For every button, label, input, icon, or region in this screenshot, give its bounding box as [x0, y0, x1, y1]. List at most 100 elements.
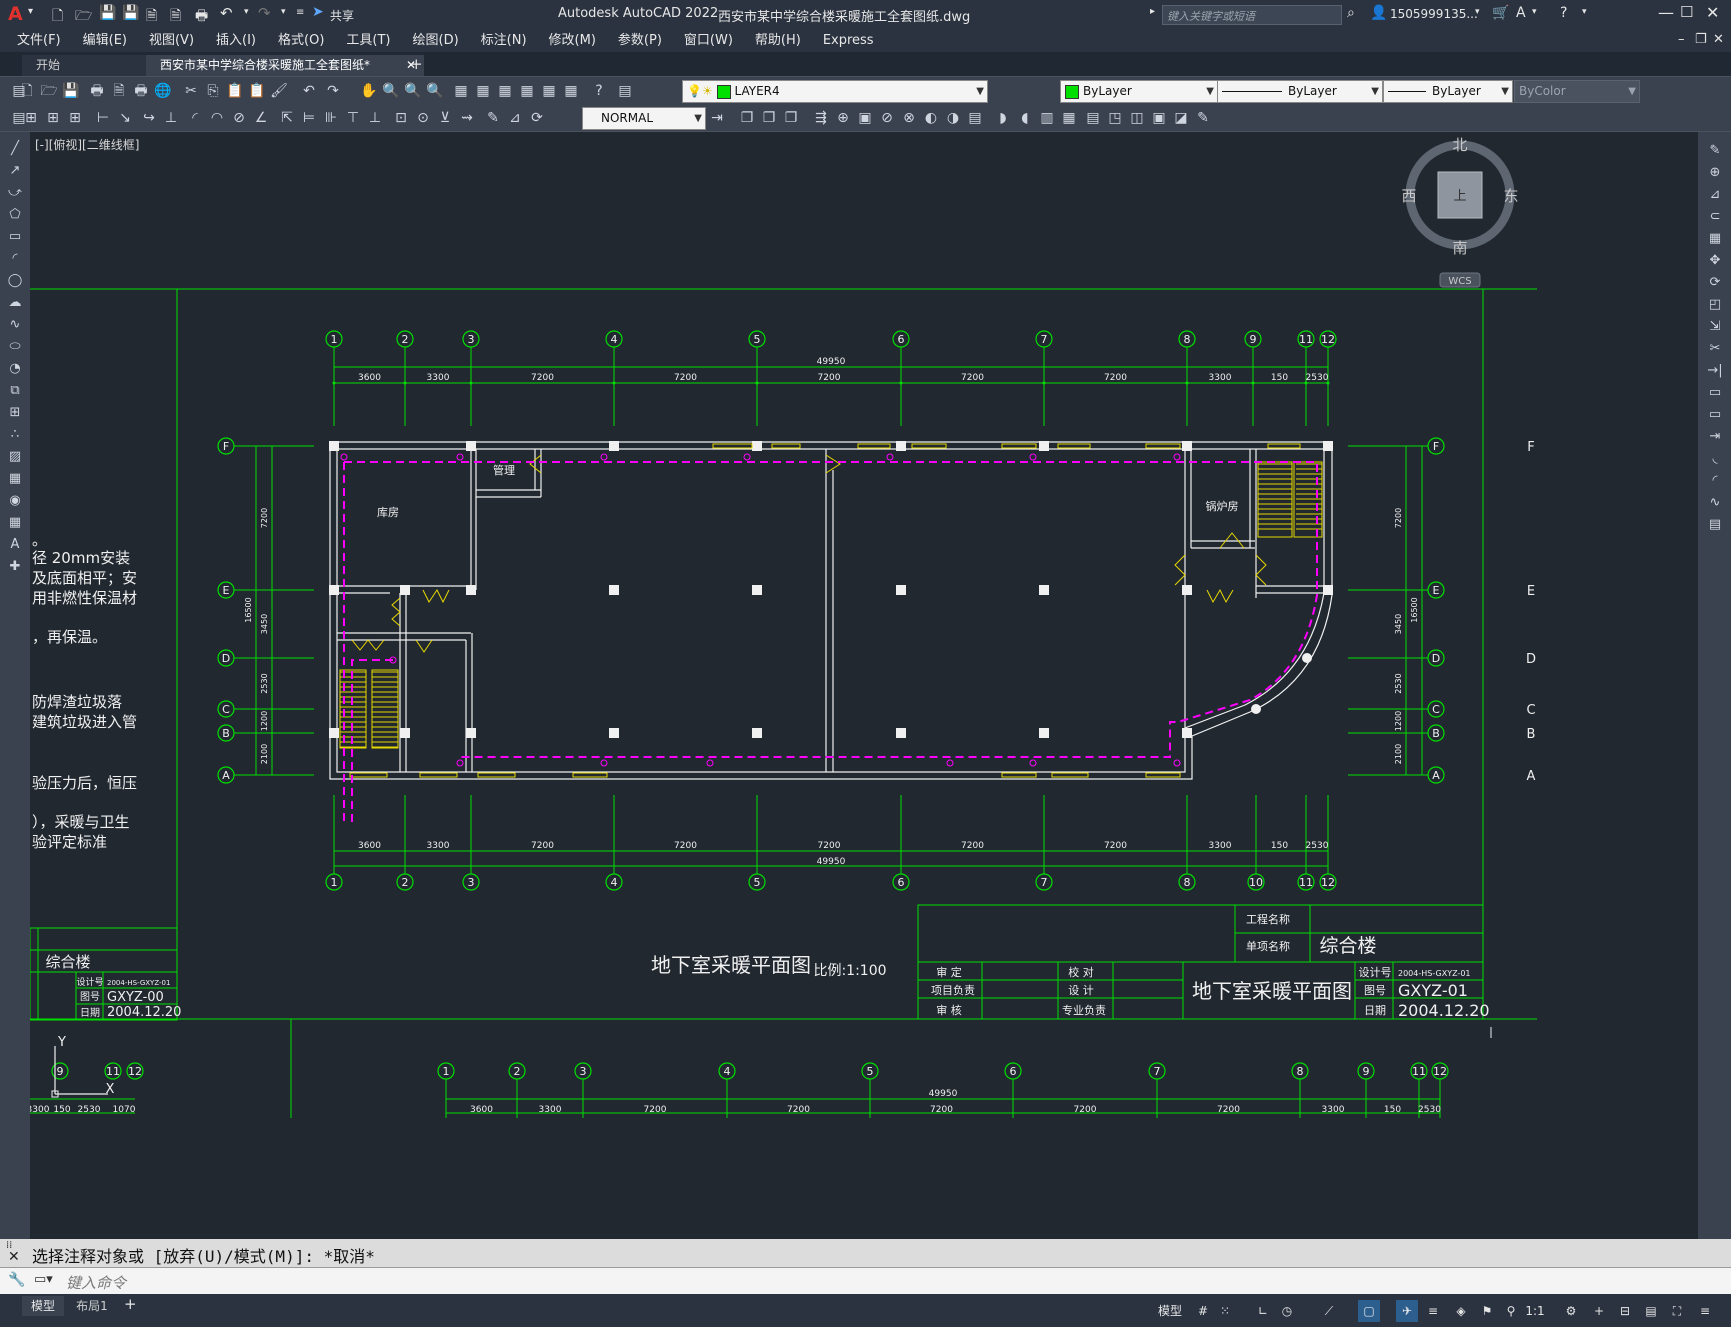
line-icon[interactable]: ╱ [6, 140, 24, 158]
open-icon[interactable]: 🗁 [40, 82, 58, 100]
dim-break-icon[interactable]: ⊥ [366, 109, 384, 127]
close-icon[interactable]: ✕ [1706, 3, 1719, 22]
break-at-point-icon[interactable]: ▭ [1706, 384, 1724, 402]
extend-icon[interactable]: ◑ [944, 109, 962, 127]
array-icon[interactable]: ▦ [1706, 230, 1724, 248]
menu-item-6[interactable]: 绘图(D) [402, 30, 470, 52]
markup-icon[interactable]: ▦ [540, 82, 558, 100]
circle-icon[interactable]: ◯ [6, 272, 24, 290]
rectangle-icon[interactable]: ▭ [6, 228, 24, 246]
arc-length-icon[interactable]: ↪ [140, 109, 158, 127]
menu-item-5[interactable]: 工具(T) [335, 30, 401, 52]
plot-icon[interactable]: 🖶 [88, 82, 106, 100]
plot-icon[interactable]: 🖶 [195, 5, 208, 29]
redo-icon[interactable]: ↷ [324, 82, 342, 100]
menu-item-7[interactable]: 标注(N) [470, 30, 538, 52]
undo-icon[interactable]: ↶ [300, 82, 318, 100]
trim-icon[interactable]: ◐ [922, 109, 940, 127]
publish-icon[interactable]: 🖶 [132, 82, 150, 100]
move-icon[interactable]: ✥ [1706, 252, 1724, 270]
color-dropdown[interactable]: ByLayer ▼ [1060, 80, 1218, 103]
erase-icon[interactable]: ◫ [1128, 109, 1146, 127]
gradient-icon[interactable]: ▦ [6, 470, 24, 488]
annotation-monitor-icon[interactable]: ✈ [1396, 1300, 1418, 1322]
maximize-icon[interactable]: ☐ [1680, 3, 1693, 21]
fillet-icon[interactable]: ◜ [1706, 472, 1724, 490]
table-icon[interactable]: ▦ [6, 514, 24, 532]
drawing-canvas[interactable]: [-][俯视][二维线框] 上北南东西 WCS 1 2 3 4 5 6 7 8 9 11 12 49950… [30, 132, 1698, 1239]
paste-icon[interactable]: 📋 [226, 82, 244, 100]
command-input[interactable]: 键入命令 [66, 1272, 126, 1293]
scale-icon[interactable]: ◰ [1706, 296, 1724, 314]
ellipse-icon[interactable]: ⬭ [6, 338, 24, 356]
explode-icon[interactable]: ▥ [1038, 109, 1056, 127]
annotation-visibility-icon[interactable]: ⚑ [1476, 1300, 1498, 1322]
layer-isolate-icon[interactable]: ❐ [782, 109, 800, 127]
blend-icon[interactable]: ∿ [1706, 494, 1724, 512]
doc-restore-icon[interactable]: ❐ [1695, 32, 1707, 47]
command-close-icon[interactable]: ✕ [8, 1249, 20, 1265]
make-block-icon[interactable]: ⊞ [6, 404, 24, 422]
cut-icon[interactable]: ✂ [182, 82, 200, 100]
transparency-icon[interactable]: ◈ [1450, 1300, 1472, 1322]
dim-text-edit-icon[interactable]: ⊿ [506, 109, 524, 127]
save-icon[interactable]: 💾 [99, 5, 116, 21]
mirror-icon[interactable]: ▤ [1084, 109, 1102, 127]
spline-icon[interactable]: ∿ [6, 316, 24, 334]
tab-drawing[interactable]: 西安市某中学综合楼采暖施工全套图纸* ✕ [146, 55, 424, 76]
tab-layout1[interactable]: 布局1 [68, 1296, 116, 1316]
pedit-icon[interactable]: ✎ [1194, 109, 1212, 127]
osnap-icon[interactable]: ▢ [1358, 1300, 1380, 1322]
autodesk-app-icon[interactable]: A [1516, 5, 1526, 21]
dim-style-icon[interactable]: ⊞ [22, 109, 40, 127]
autoscale-icon[interactable]: ⚲ [1500, 1300, 1522, 1322]
chamfer-icon[interactable]: ◖ [1016, 109, 1034, 127]
linetype-dropdown[interactable]: ByLayer ▼ [1217, 80, 1383, 103]
paste-block-icon[interactable]: 📋 [248, 82, 266, 100]
ellipse-arc-icon[interactable]: ◔ [6, 360, 24, 378]
quick-dim-icon[interactable]: ⇱ [278, 109, 296, 127]
lineweight-icon[interactable]: ≡ [1422, 1300, 1444, 1322]
insert-block-icon[interactable]: ⧉ [6, 382, 24, 400]
zoom-realtime-icon[interactable]: 🔍 [382, 82, 400, 100]
point-icon[interactable]: ∴ [6, 426, 24, 444]
diameter-dim-icon[interactable]: ⊘ [230, 109, 248, 127]
save-as-icon[interactable]: 💾 [122, 5, 139, 21]
dim-space-icon[interactable]: ⊤ [344, 109, 362, 127]
tolerance-icon[interactable]: ⊡ [392, 109, 410, 127]
tab-model[interactable]: 模型 [22, 1296, 64, 1316]
hatch-icon[interactable]: ▨ [6, 448, 24, 466]
mtext-icon[interactable]: A [6, 536, 24, 554]
autocad-logo-icon[interactable]: A [8, 3, 23, 25]
chamfer-icon[interactable]: ◟ [1706, 450, 1724, 468]
help-dropdown-icon[interactable]: ▾ [1582, 7, 1587, 17]
redo-icon[interactable]: ↷ [258, 4, 271, 22]
menu-item-2[interactable]: 视图(V) [138, 30, 205, 52]
layer-properties-icon[interactable]: ▤ [616, 82, 634, 100]
app-dropdown-icon[interactable]: ▾ [1532, 7, 1537, 17]
copy-obj-icon[interactable]: ⊕ [834, 109, 852, 127]
extend-icon[interactable]: →| [1706, 362, 1724, 380]
3dprint-icon[interactable]: 🌐 [154, 82, 172, 100]
user-dropdown-icon[interactable]: ▾ [1475, 7, 1480, 17]
share-button[interactable]: 共享 [330, 7, 354, 24]
units-icon[interactable]: ⊟ [1614, 1300, 1636, 1322]
quick-properties-icon[interactable]: ▤ [1640, 1300, 1662, 1322]
break-icon[interactable]: ▤ [966, 109, 984, 127]
open-file-icon[interactable]: 🗁 [75, 5, 92, 29]
menu-item-1[interactable]: 编辑(E) [72, 30, 138, 52]
annotation-scale-button[interactable]: 1:1 [1522, 1300, 1548, 1322]
layer-match-icon[interactable]: ❐ [738, 109, 756, 127]
linear-dim-icon[interactable]: ⊢ [94, 109, 112, 127]
radius-dim-icon[interactable]: ◜ [186, 109, 204, 127]
move-icon[interactable]: ⇶ [812, 109, 830, 127]
menu-item-12[interactable]: Express [812, 30, 885, 52]
design-center-icon[interactable]: ▦ [474, 82, 492, 100]
redo-dropdown-icon[interactable]: ▾ [281, 7, 286, 17]
break-icon[interactable]: ▭ [1706, 406, 1724, 424]
open-web-icon[interactable]: 🗎 [146, 5, 157, 29]
layer-dropdown[interactable]: 💡☀ LAYER4 ▼ [682, 80, 988, 103]
doc-minimize-icon[interactable]: – [1678, 32, 1685, 47]
menu-item-9[interactable]: 参数(P) [607, 30, 673, 52]
model-space-button[interactable]: 模型 [1155, 1300, 1185, 1322]
